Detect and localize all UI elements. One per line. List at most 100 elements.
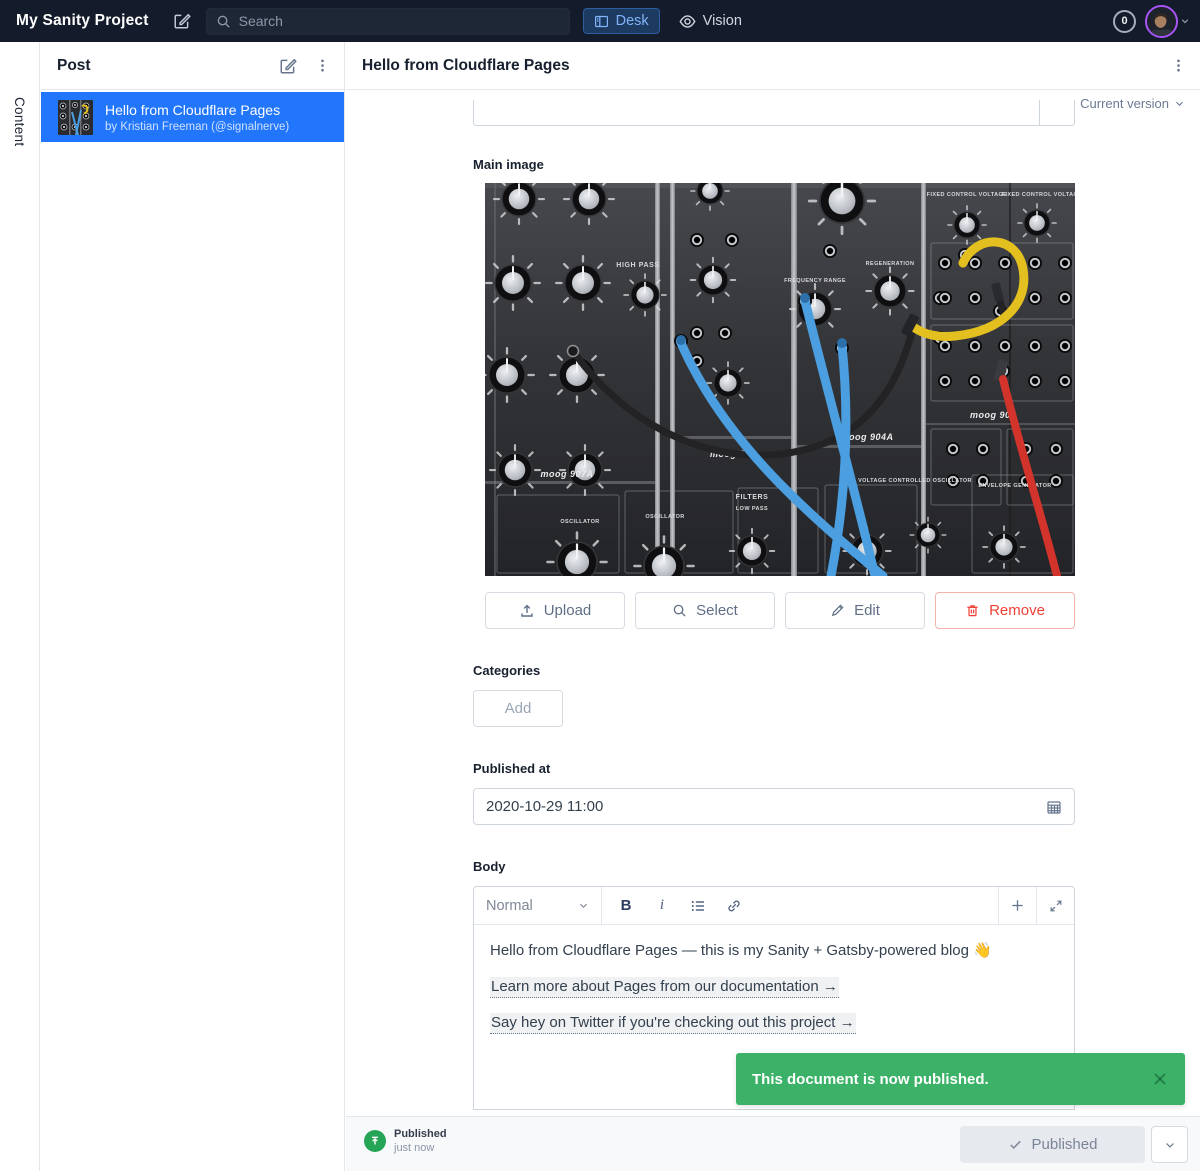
published-at-input[interactable] [486,798,1046,815]
upload-button[interactable]: Upload [485,592,625,629]
photo-label: moog 907A [540,469,593,479]
photo-label: LOW PASS [736,506,768,512]
italic-button[interactable]: i [646,891,678,921]
post-list-pane: Post [41,42,345,1171]
post-list-header: Post [41,42,344,90]
kebab-icon [315,58,330,73]
image-actions: Upload Select Edit [485,592,1075,629]
body-link-twitter[interactable]: Say hey on Twitter if you're checking ou… [490,1013,856,1034]
create-post-button[interactable] [279,57,297,75]
user-menu[interactable] [1145,5,1190,38]
chevron-down-icon [1164,1139,1176,1151]
published-icon [364,1130,386,1152]
eye-icon [679,13,696,30]
tab-vision-label: Vision [703,13,742,29]
slug-field-partial[interactable] [473,100,1075,126]
published-at-field [473,788,1075,825]
link-button[interactable] [718,891,750,921]
editor-toolbar: Normal B i [474,887,1074,925]
document-footer: Published just now Published [346,1116,1200,1171]
remove-button[interactable]: Remove [935,592,1075,629]
document-header: Hello from Cloudflare Pages [346,42,1200,90]
slug-generate-button[interactable] [1039,100,1074,125]
toast-message: This document is now published. [752,1071,1151,1088]
close-icon [1151,1070,1169,1088]
publish-toast: This document is now published. [736,1053,1185,1105]
tab-vision[interactable]: Vision [679,13,742,30]
bullet-list-icon [690,898,706,914]
content-rail-label[interactable]: Content [12,97,27,146]
trash-icon [965,603,980,618]
synthesizer-photo: HIGH PASS FREQUENCY RANGE REGENERATION F… [485,183,1075,576]
edit-button[interactable]: Edit [785,592,925,629]
check-icon [1008,1137,1023,1152]
compose-icon [279,57,297,75]
tab-desk-label: Desk [616,13,649,29]
chevron-down-icon [1180,16,1190,26]
list-item-post[interactable]: Hello from Cloudflare Pages by Kristian … [41,92,344,142]
photo-label: FREQUENCY RANGE [784,278,846,284]
compose-icon [173,12,191,30]
new-document-button[interactable] [173,12,191,30]
remove-label: Remove [989,602,1045,619]
calendar-icon [1046,799,1062,815]
select-label: Select [696,602,738,619]
top-navbar: My Sanity Project [0,0,1200,42]
chevron-down-icon [578,900,589,911]
publish-button[interactable]: Published [960,1126,1145,1163]
document-menu-button[interactable] [1171,58,1186,73]
insert-block-button[interactable] [998,887,1036,924]
pencil-icon [830,603,845,618]
search-input[interactable] [239,13,539,29]
bold-button[interactable]: B [610,891,642,921]
edit-label: Edit [854,602,880,619]
document-pane: Hello from Cloudflare Pages Current vers… [346,42,1200,1171]
publish-menu-button[interactable] [1151,1126,1188,1163]
add-category-button[interactable]: Add [473,690,563,727]
tab-desk[interactable]: Desk [583,8,660,34]
photo-label: HIGH PASS [616,262,659,269]
photo-label: REGENERATION [866,261,915,267]
expand-icon [1049,899,1063,913]
presence-badge[interactable]: 0 [1113,10,1136,33]
photo-label: OSCILLATOR [560,519,599,525]
upload-label: Upload [544,602,592,619]
publish-status: Published just now [364,1128,447,1154]
main-image-label: Main image [473,157,544,172]
avatar [1145,5,1178,38]
body-link-docs[interactable]: Learn more about Pages from our document… [490,977,839,998]
presence-count: 0 [1121,15,1127,27]
pane-title: Post [57,57,261,75]
publish-button-label: Published [1032,1136,1098,1153]
list-item-title: Hello from Cloudflare Pages [105,102,289,118]
post-thumbnail [58,100,93,135]
editor-content[interactable]: Hello from Cloudflare Pages — this is my… [474,925,1074,1063]
bullet-list-button[interactable] [682,891,714,921]
search-icon [672,603,687,618]
block-style-value: Normal [486,898,533,914]
categories-label: Categories [473,663,540,678]
toast-close-button[interactable] [1151,1070,1169,1088]
expand-editor-button[interactable] [1036,887,1074,924]
version-label: Current version [1080,96,1169,111]
project-title: My Sanity Project [16,12,149,30]
body-label: Body [473,859,506,874]
photo-label: FILTERS [736,494,769,501]
photo-label: FIXED CONTROL VOLTAGE [927,192,1008,198]
pane-menu-button[interactable] [315,58,330,73]
select-button[interactable]: Select [635,592,775,629]
search-bar[interactable] [206,8,570,35]
content-rail: Content [0,42,40,1171]
block-style-select[interactable]: Normal [474,887,602,924]
list-item-subtitle: by Kristian Freeman (@signalnerve) [105,121,289,133]
calendar-button[interactable] [1046,799,1062,815]
photo-label: VOLTAGE CONTROLLED OSCILLATOR [858,478,972,484]
plus-icon [1010,898,1025,913]
kebab-icon [1171,58,1186,73]
main-image-preview[interactable]: HIGH PASS FREQUENCY RANGE REGENERATION F… [485,183,1075,576]
document-title: Hello from Cloudflare Pages [362,57,1171,75]
body-paragraph: Hello from Cloudflare Pages — this is my… [490,940,1058,961]
link-icon [726,898,742,914]
add-label: Add [505,700,532,717]
publish-status-text: Published [394,1128,447,1140]
